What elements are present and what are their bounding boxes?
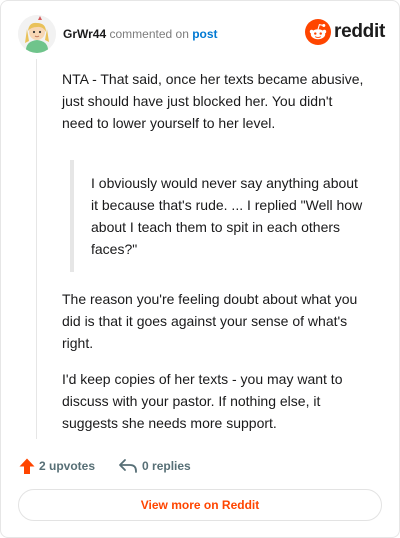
comment-meta: GrWr44 commented on post — [63, 27, 218, 41]
avatar-illustration-icon — [18, 15, 56, 53]
comment-paragraph: I'd keep copies of her texts - you may w… — [62, 371, 343, 431]
reply-arrow-icon — [119, 459, 137, 473]
avatar[interactable] — [18, 15, 56, 53]
username-link[interactable]: GrWr44 — [63, 27, 106, 41]
comment-card: GrWr44 commented on post reddit NTA - Th… — [0, 0, 400, 538]
blockquote: I obviously would never say anything abo… — [70, 160, 364, 272]
upvote-button[interactable]: 2 upvotes — [19, 458, 95, 475]
commented-text: commented on — [109, 27, 189, 41]
reddit-brand[interactable]: reddit — [305, 19, 385, 45]
comment-header: GrWr44 commented on post reddit — [18, 15, 385, 55]
reddit-wordmark: reddit — [334, 21, 385, 42]
reddit-logo-icon — [305, 19, 332, 45]
reply-count: 0 replies — [142, 459, 191, 473]
comment-paragraph: The reason you're feeling doubt about wh… — [62, 291, 358, 351]
view-more-button[interactable]: View more on Reddit — [18, 489, 382, 521]
thread-line[interactable] — [36, 59, 37, 439]
comment-footer: 2 upvotes 0 replies — [19, 456, 191, 476]
comment-body: NTA - That said, once her texts became a… — [62, 68, 364, 434]
replies-button[interactable]: 0 replies — [95, 458, 191, 474]
post-link[interactable]: post — [192, 27, 217, 41]
upvote-count: 2 upvotes — [39, 459, 96, 473]
quote-text: I obviously would never say anything abo… — [91, 175, 363, 257]
upvote-arrow-icon — [19, 458, 35, 474]
comment-paragraph: NTA - That said, once her texts became a… — [62, 71, 364, 131]
